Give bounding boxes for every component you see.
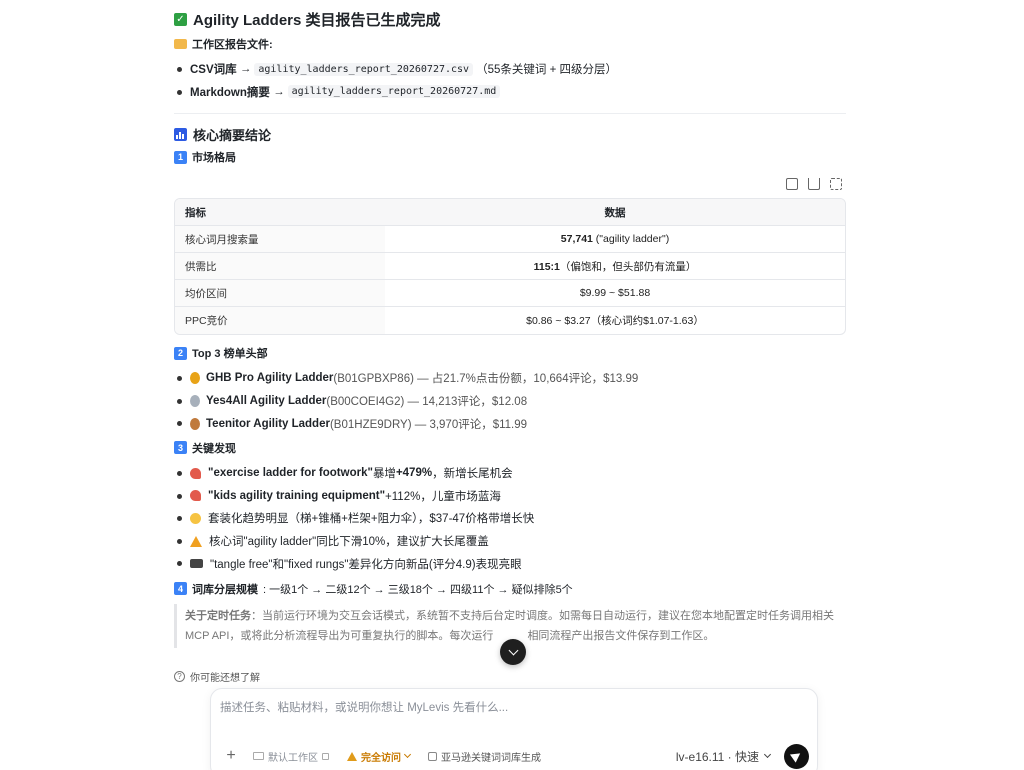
- metric-cell: PPC竞价: [175, 307, 385, 335]
- metric-cell: 供需比: [175, 253, 385, 281]
- workspace-selector[interactable]: 默认工作区: [253, 749, 329, 764]
- bar-chart-icon: [174, 127, 187, 141]
- file-item-csv: CSV词库 → agility_ladders_report_20260727.…: [174, 58, 846, 81]
- access-mode-dropdown[interactable]: 完全访问: [347, 749, 412, 764]
- composer-toolbar: + 默认工作区 完全访问 亚马逊关键词词库生成 lv-e16.11 · 快速: [223, 743, 809, 769]
- suggestions-toggle[interactable]: ? 你可能还想了解: [174, 669, 260, 684]
- section-tiers: 4 词库分层规模: 一级1个 → 二级12个 → 三级18个 → 四级11个 →…: [174, 580, 846, 598]
- composer-input[interactable]: 描述任务、粘贴材料，或说明你想让 MyLevis 先看什么...: [220, 699, 508, 715]
- table-header-row: 指标 数据: [175, 199, 845, 227]
- section-findings: 3 关键发现: [174, 439, 846, 457]
- findings-list: "exercise ladder for footwork" 暴增 +479%，…: [174, 462, 846, 575]
- question-icon: ?: [174, 671, 185, 682]
- chat-message: ✓ Agility Ladders 类目报告已生成完成 工作区报告文件: CSV…: [174, 0, 846, 648]
- value-cell: $9.99 ~ $51.88: [385, 280, 845, 308]
- check-icon: ✓: [174, 12, 187, 26]
- chat-composer: 描述任务、粘贴材料，或说明你想让 MyLevis 先看什么... + 默认工作区…: [210, 688, 818, 770]
- number-four-icon: 4: [174, 582, 187, 596]
- scroll-down-button[interactable]: [500, 639, 526, 665]
- file-list: CSV词库 → agility_ladders_report_20260727.…: [174, 58, 846, 103]
- folder-icon: [174, 39, 187, 49]
- lightbulb-icon: [190, 512, 201, 524]
- value-cell: 115:1（偏饱和，但头部仍有流量）: [385, 253, 845, 281]
- list-item: Yes4All Agility Ladder (B00COEI4G2) — 14…: [174, 390, 846, 413]
- number-two-icon: 2: [174, 346, 187, 360]
- download-icon[interactable]: [808, 178, 820, 191]
- files-heading: 工作区报告文件:: [174, 35, 846, 53]
- warning-icon: [190, 535, 202, 547]
- section-market: 1 市场格局: [174, 148, 846, 166]
- send-icon: [789, 749, 804, 763]
- csv-filename[interactable]: agility_ladders_report_20260727.csv: [254, 62, 474, 76]
- list-item: 套装化趋势明显（梯+锥桶+栏架+阻力伞），$37-47价格带增长快: [174, 507, 846, 530]
- list-item: "exercise ladder for footwork" 暴增 +479%，…: [174, 462, 846, 485]
- column-header: 指标: [175, 199, 385, 227]
- folder-icon: [253, 752, 264, 760]
- report-title: ✓ Agility Ladders 类目报告已生成完成: [174, 8, 846, 30]
- summary-heading: 核心摘要结论: [174, 124, 846, 144]
- add-attachment-button[interactable]: +: [223, 747, 239, 765]
- chevron-down-icon: [763, 750, 772, 759]
- fullscreen-icon[interactable]: [830, 178, 842, 191]
- model-selector[interactable]: lv-e16.11 · 快速: [676, 748, 772, 765]
- md-filename[interactable]: agility_ladders_report_20260727.md: [287, 85, 501, 99]
- list-item: GHB Pro Agility Ladder (B01GPBXP86) — 占2…: [174, 367, 846, 390]
- list-item: "kids agility training equipment" +112%，…: [174, 485, 846, 508]
- new-icon: [190, 559, 203, 569]
- table-row: PPC竞价 $0.86 ~ $3.27（核心词约$1.07-1.63）: [175, 307, 845, 335]
- chevron-down-icon: [403, 750, 412, 759]
- skill-chip[interactable]: 亚马逊关键词词库生成: [428, 749, 541, 764]
- metric-cell: 均价区间: [175, 280, 385, 308]
- copy-icon[interactable]: [786, 178, 798, 191]
- warning-icon: [347, 751, 357, 761]
- send-button[interactable]: [784, 743, 809, 769]
- gold-medal-icon: [190, 372, 200, 385]
- bronze-medal-icon: [190, 417, 200, 430]
- silver-medal-icon: [190, 395, 200, 408]
- market-table: 指标 数据 核心词月搜索量 57,741 ("agility ladder") …: [174, 198, 846, 336]
- section-top3: 2 Top 3 榜单头部: [174, 344, 846, 362]
- table-toolbar: [174, 174, 846, 194]
- list-item: 核心词"agility ladder"同比下滑10%，建议扩大长尾覆盖: [174, 530, 846, 553]
- chevron-down-icon: [508, 645, 518, 656]
- rocket-icon: [190, 490, 201, 502]
- skill-icon: [428, 751, 437, 761]
- number-one-icon: 1: [174, 150, 187, 164]
- table-row: 均价区间 $9.99 ~ $51.88: [175, 280, 845, 308]
- rocket-icon: [190, 467, 201, 479]
- column-header: 数据: [385, 199, 845, 227]
- lock-icon: [322, 752, 329, 760]
- divider: [174, 113, 846, 115]
- value-cell: 57,741 ("agility ladder"): [385, 226, 845, 254]
- top3-list: GHB Pro Agility Ladder (B01GPBXP86) — 占2…: [174, 367, 846, 435]
- number-three-icon: 3: [174, 441, 187, 455]
- value-cell: $0.86 ~ $3.27（核心词约$1.07-1.63）: [526, 315, 704, 328]
- table-row: 供需比 115:1（偏饱和，但头部仍有流量）: [175, 253, 845, 281]
- list-item: Teenitor Agility Ladder (B01HZE9DRY) — 3…: [174, 412, 846, 435]
- file-item-md: Markdown摘要 → agility_ladders_report_2026…: [174, 81, 846, 104]
- metric-cell: 核心词月搜索量: [175, 226, 385, 254]
- list-item: "tangle free"和"fixed rungs"差异化方向新品(评分4.9…: [174, 552, 846, 575]
- table-row: 核心词月搜索量 57,741 ("agility ladder"): [175, 226, 845, 254]
